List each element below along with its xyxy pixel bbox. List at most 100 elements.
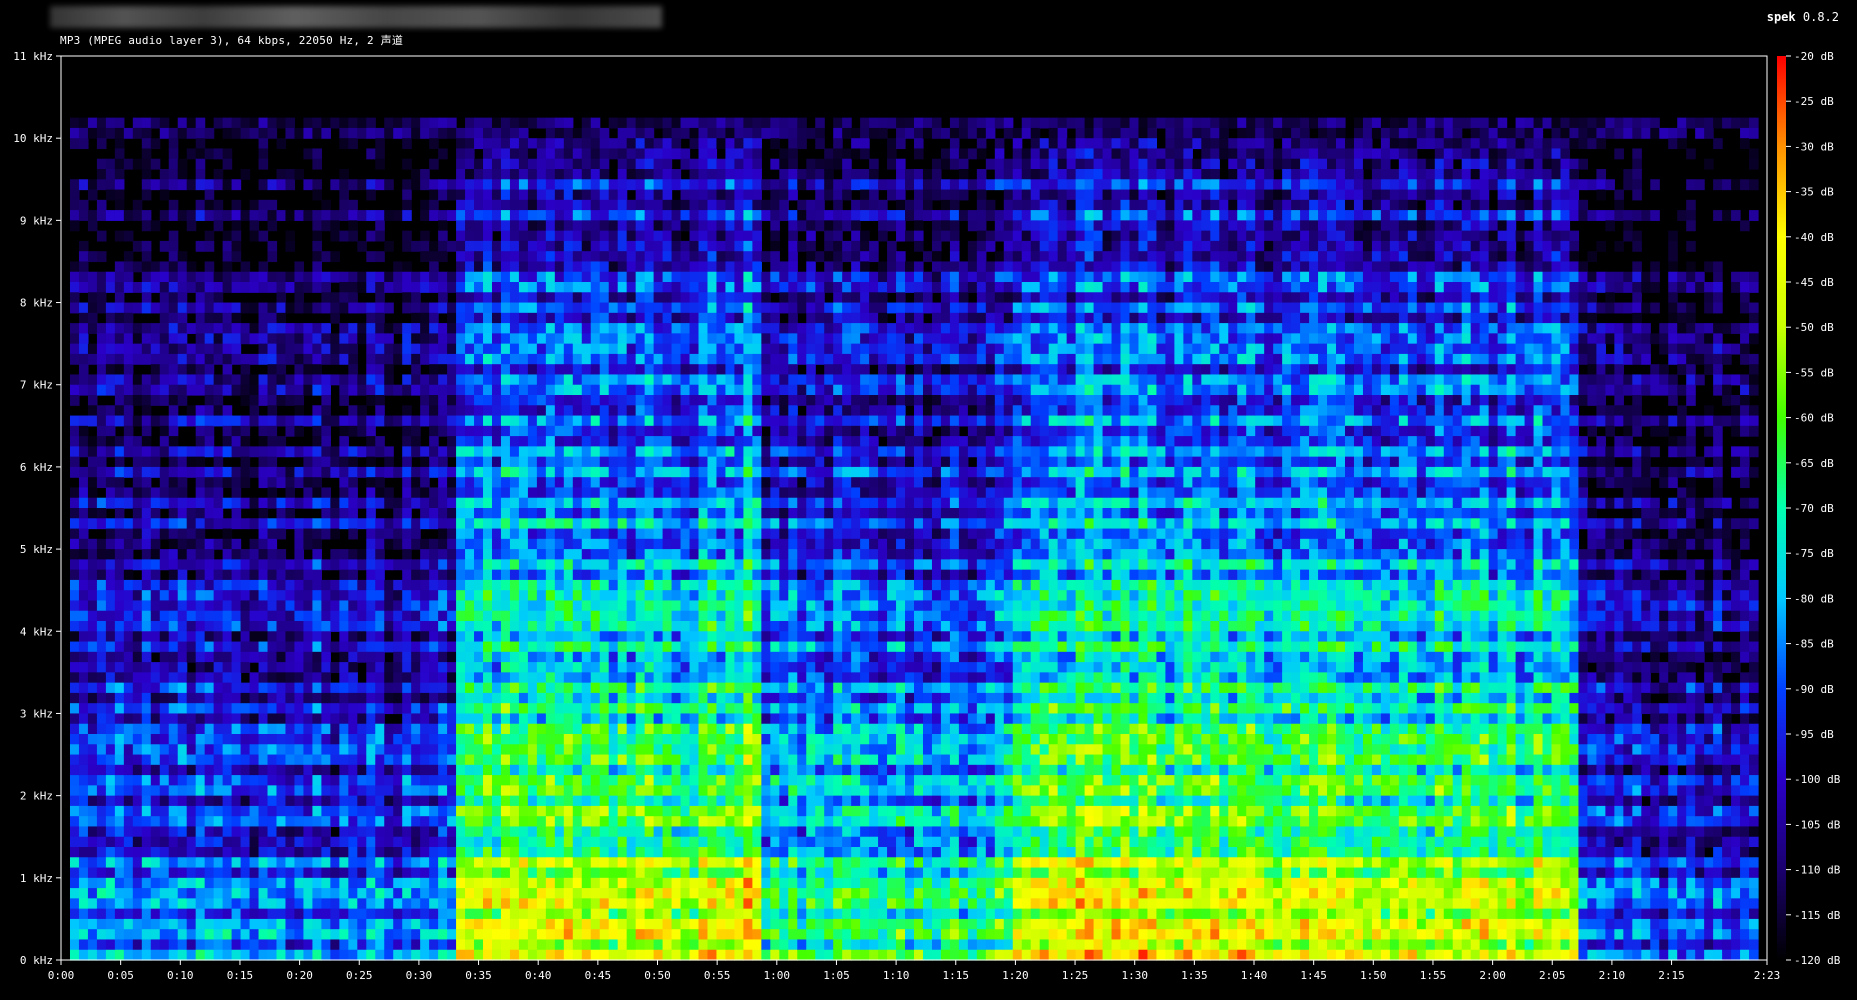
spectrogram-cell (375, 621, 385, 632)
spectrogram-cell (635, 117, 646, 129)
spectrogram-cell (474, 949, 484, 961)
spectrogram-cell (294, 877, 305, 889)
spectrogram-cell (527, 374, 538, 386)
spectrogram-cell (608, 703, 619, 715)
spectrogram-cell (312, 610, 322, 622)
spectrogram-cell (222, 538, 233, 550)
spectrogram-cell (204, 662, 215, 673)
spectrogram-cell (303, 662, 314, 673)
spectrogram-cell (123, 549, 134, 560)
spectrogram-cell (339, 877, 349, 889)
spectrogram-cell (500, 764, 511, 776)
spectrogram-cell (554, 230, 565, 242)
spectrogram-cell (348, 775, 358, 786)
spectrogram-cell (249, 117, 260, 129)
spectrogram-cell (321, 395, 331, 406)
spectrogram-cell (402, 785, 412, 797)
spectrogram-cell (465, 682, 475, 694)
spectrogram-cell (590, 415, 601, 427)
spectrogram-cell (474, 425, 484, 437)
spectrogram-cell (294, 672, 305, 684)
spectrogram-cell (483, 364, 493, 376)
spectrogram-cell (141, 898, 152, 910)
spectrogram-cell (429, 117, 439, 129)
spectrogram-cell (590, 682, 601, 694)
spectrogram-cell (653, 713, 664, 725)
spectrogram-cell (599, 127, 610, 139)
spectrogram-cell (491, 395, 502, 406)
spectrogram-cell (186, 456, 197, 468)
spectrogram-cell (671, 621, 682, 632)
spectrogram-cell (545, 672, 556, 684)
spectrogram-cell (500, 251, 511, 263)
spectrogram-cell (617, 189, 628, 201)
spectrogram-cell (267, 703, 278, 715)
spectrogram-cell (204, 312, 215, 324)
spectrogram-cell (438, 682, 448, 694)
spectrogram-cell (608, 210, 619, 221)
spectrogram-cell (474, 651, 484, 663)
spectrogram-cell (240, 384, 251, 396)
spectrogram-cell (518, 857, 529, 869)
spectrogram-cell (554, 477, 565, 489)
spectrogram-cell (500, 179, 511, 191)
spectrogram-cell (393, 210, 403, 221)
spectrogram-cell (608, 723, 619, 735)
spectrogram-cell (339, 127, 349, 139)
spectrogram-cell (563, 559, 574, 571)
spectrogram-cell (366, 631, 376, 643)
spectrogram-cell (572, 764, 583, 776)
spectrogram-cell (671, 415, 682, 427)
spectrogram-cell (375, 415, 385, 427)
spectrogram-cell (653, 395, 664, 406)
spectrogram-cell (554, 908, 565, 920)
spectrogram-cell (249, 374, 260, 386)
spectrogram-cell (653, 230, 664, 242)
spectrogram-cell (258, 395, 269, 406)
spectrogram-cell (581, 425, 592, 437)
spectrogram-cell (303, 302, 314, 314)
spectrogram-cell (581, 888, 592, 899)
spectrogram-cell (204, 918, 215, 930)
spectrogram-cell (402, 929, 412, 941)
spectrogram-cell (231, 323, 242, 334)
spectrogram-cell (330, 682, 340, 694)
spectrogram-cell (626, 816, 637, 828)
spectrogram-cell (78, 631, 89, 643)
spectrogram-cell (581, 631, 592, 643)
spectrogram-cell (366, 425, 376, 437)
spectrogram-cell (438, 754, 448, 766)
spectrogram-cell (303, 559, 314, 571)
spectrogram-cell (330, 713, 340, 725)
spectrogram-cell (635, 867, 646, 879)
spectrogram-cell (69, 559, 80, 571)
spectrogram-cell (653, 302, 664, 314)
spectrogram-cell (662, 138, 673, 150)
spectrogram-cell (132, 158, 143, 170)
spectrogram-cell (608, 282, 619, 293)
spectrogram-cell (429, 415, 439, 427)
spectrogram-cell (420, 775, 430, 786)
spectrogram-cell (195, 292, 206, 304)
spectrogram-cell (240, 867, 251, 879)
spectrogram-cell (96, 127, 107, 139)
spectrogram-cell (554, 415, 565, 427)
spectrogram-cell (195, 682, 206, 694)
spectrogram-cell (87, 477, 98, 489)
spectrogram-cell (276, 138, 287, 150)
spectrogram-cell (500, 775, 511, 786)
spectrogram-cell (375, 867, 385, 879)
spectrogram-cell (114, 826, 125, 838)
spectrogram-cell (321, 271, 331, 283)
spectrogram-cell (231, 518, 242, 530)
spectrogram-cell (483, 333, 493, 345)
spectrogram-cell (195, 908, 206, 920)
spectrogram-cell (141, 795, 152, 807)
spectrogram-cell (258, 271, 269, 283)
spectrogram-cell (411, 446, 421, 458)
spectrogram-cell (420, 631, 430, 643)
spectrogram-cell (635, 312, 646, 324)
spectrogram-cell (554, 271, 565, 283)
spectrogram-cell (518, 651, 529, 663)
spectrogram-cell (69, 764, 80, 776)
